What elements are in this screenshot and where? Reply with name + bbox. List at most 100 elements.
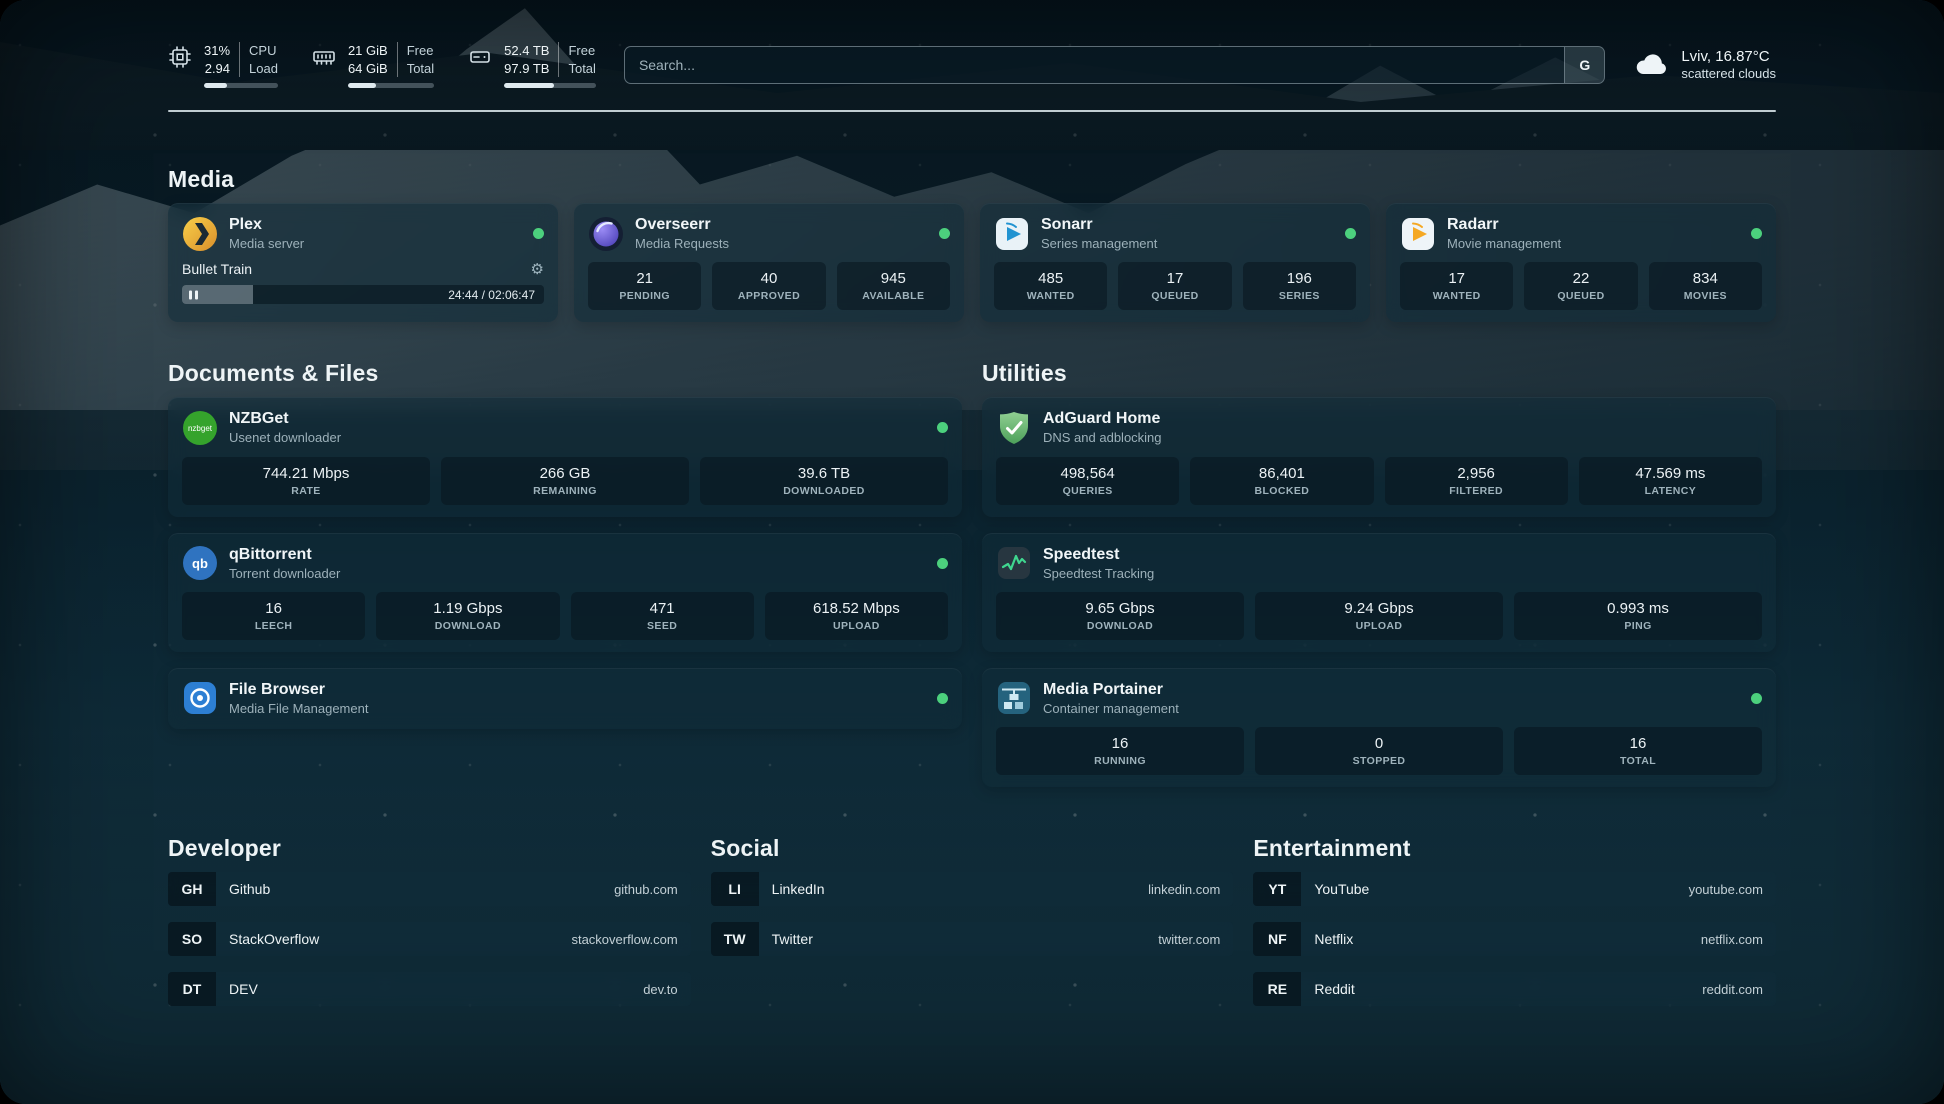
search-engine-button[interactable]: G (1564, 47, 1604, 83)
search-bar[interactable]: G (624, 46, 1605, 84)
now-playing-row: Bullet Train ⚙ (182, 261, 544, 277)
stat-label: RUNNING (1094, 755, 1146, 767)
bookmark-netflix[interactable]: NF Netflix netflix.com (1253, 922, 1776, 956)
stat-tile-wanted: 17 WANTED (1400, 262, 1513, 310)
memory-usage-bar-fill (348, 83, 376, 88)
bookmark-github[interactable]: GH Github github.com (168, 872, 691, 906)
service-card-radarr[interactable]: Radarr Movie management 17 WANTED 22 QUE… (1386, 203, 1776, 322)
settings-gear-icon[interactable]: ⚙ (531, 262, 544, 277)
stat-tile-leech: 16 LEECH (182, 592, 365, 640)
service-description: Media Requests (635, 236, 729, 252)
stat-tile-ping: 0.993 ms PING (1514, 592, 1762, 640)
stat-label: LEECH (255, 620, 293, 632)
service-name: Radarr (1447, 215, 1561, 235)
bookmark-linkedin[interactable]: LI LinkedIn linkedin.com (711, 872, 1234, 906)
bookmark-url: github.com (614, 882, 678, 897)
stat-label: AVAILABLE (862, 290, 924, 302)
weather-location: Lviv, 16.87°C (1681, 47, 1776, 67)
stat-label: PENDING (619, 290, 670, 302)
stat-value: 1.19 Gbps (433, 600, 502, 617)
bookmark-abbr: SO (168, 922, 216, 956)
disk-usage-bar (504, 83, 596, 88)
bookmark-abbr: GH (168, 872, 216, 906)
bookmark-twitter[interactable]: TW Twitter twitter.com (711, 922, 1234, 956)
bookmark-abbr: RE (1253, 972, 1301, 1006)
stat-tile-queued: 17 QUEUED (1118, 262, 1231, 310)
stat-value: 834 (1693, 270, 1718, 287)
bookmark-name: YouTube (1314, 881, 1369, 897)
stat-tile-movies: 834 MOVIES (1649, 262, 1762, 310)
stat-label: WANTED (1433, 290, 1481, 302)
bookmark-dev[interactable]: DT DEV dev.to (168, 972, 691, 1006)
bookmark-reddit[interactable]: RE Reddit reddit.com (1253, 972, 1776, 1006)
playback-time: 24:44 / 02:06:47 (448, 288, 535, 302)
service-card-adguard[interactable]: AdGuard Home DNS and adblocking 498,564 … (982, 397, 1776, 516)
stat-separator (397, 42, 398, 77)
stat-tile-stopped: 0 STOPPED (1255, 727, 1503, 775)
cpu-icon (168, 45, 192, 69)
stat-value: 485 (1038, 270, 1063, 287)
nzbget-icon: nzbget (182, 410, 218, 446)
bookmark-url: netflix.com (1701, 932, 1763, 947)
bookmark-youtube[interactable]: YT YouTube youtube.com (1253, 872, 1776, 906)
memory-free-value: 21 GiB (348, 42, 388, 60)
stat-label: MOVIES (1684, 290, 1727, 302)
stat-value: 471 (650, 600, 675, 617)
section-utilities: Utilities (982, 360, 1776, 787)
stat-value: 9.65 Gbps (1085, 600, 1154, 617)
stat-value: 39.6 TB (798, 465, 850, 482)
stat-label: APPROVED (738, 290, 800, 302)
service-card-filebrowser[interactable]: File Browser Media File Management (168, 668, 962, 729)
service-description: DNS and adblocking (1043, 430, 1162, 446)
service-card-qbittorrent[interactable]: qb qBittorrent Torrent downloader (168, 533, 962, 652)
stat-tile-available: 945 AVAILABLE (837, 262, 950, 310)
service-card-overseerr[interactable]: Overseerr Media Requests 21 PENDING 40 A… (574, 203, 964, 322)
stat-tile-latency: 47.569 ms LATENCY (1579, 457, 1762, 505)
section-title-developer: Developer (168, 835, 691, 862)
disk-free-value: 52.4 TB (504, 42, 549, 60)
speedtest-icon (996, 545, 1032, 581)
disk-icon (468, 45, 492, 69)
stat-tile-series: 196 SERIES (1243, 262, 1356, 310)
stat-value: 744.21 Mbps (263, 465, 350, 482)
bookmark-url: twitter.com (1158, 932, 1220, 947)
playback-progress-bar[interactable]: 24:44 / 02:06:47 (182, 285, 544, 304)
status-dot-online (939, 228, 950, 239)
section-entertainment: Entertainment YT YouTube youtube.com NF … (1253, 835, 1776, 1006)
section-documents: Documents & Files nzbget (168, 360, 962, 729)
bookmark-url: reddit.com (1702, 982, 1763, 997)
cpu-load-value: 2.94 (205, 60, 230, 78)
stat-tile-running: 16 RUNNING (996, 727, 1244, 775)
service-card-nzbget[interactable]: nzbget NZBGet Usenet downloader 74 (168, 397, 962, 516)
disk-total-value: 97.9 TB (504, 60, 549, 78)
stat-value: 40 (761, 270, 778, 287)
service-card-plex[interactable]: Plex Media server Bullet Train ⚙ 24:44 /… (168, 203, 558, 322)
disk-usage-bar-fill (504, 83, 554, 88)
status-dot-online (937, 422, 948, 433)
stat-separator (239, 42, 240, 77)
cpu-usage-bar-fill (204, 83, 227, 88)
portainer-icon (996, 680, 1032, 716)
service-card-portainer[interactable]: Media Portainer Container management 16 … (982, 668, 1776, 787)
status-dot-online (1345, 228, 1356, 239)
memory-usage-widget: 21 GiB 64 GiB Free Total (312, 42, 434, 88)
dashboard-content: 31% 2.94 CPU Load (0, 0, 1944, 1104)
service-name: Plex (229, 215, 304, 235)
stat-value: 0.993 ms (1607, 600, 1669, 617)
stat-value: 17 (1448, 270, 1465, 287)
bookmark-stackoverflow[interactable]: SO StackOverflow stackoverflow.com (168, 922, 691, 956)
stat-label: REMAINING (533, 485, 597, 497)
stat-label: FILTERED (1449, 485, 1503, 497)
bookmark-abbr: TW (711, 922, 759, 956)
section-title-entertainment: Entertainment (1253, 835, 1776, 862)
filebrowser-icon (182, 680, 218, 716)
disk-free-label: Free (568, 42, 595, 60)
bookmark-name: StackOverflow (229, 931, 319, 947)
stat-label: QUERIES (1063, 485, 1113, 497)
disk-usage-widget: 52.4 TB 97.9 TB Free Total (468, 42, 596, 88)
search-input[interactable] (625, 47, 1564, 83)
service-card-sonarr[interactable]: Sonarr Series management 485 WANTED 17 Q… (980, 203, 1370, 322)
service-card-speedtest[interactable]: Speedtest Speedtest Tracking 9.65 Gbps D… (982, 533, 1776, 652)
media-grid: Plex Media server Bullet Train ⚙ 24:44 /… (168, 203, 1776, 322)
stat-tile-downloaded: 39.6 TB DOWNLOADED (700, 457, 948, 505)
